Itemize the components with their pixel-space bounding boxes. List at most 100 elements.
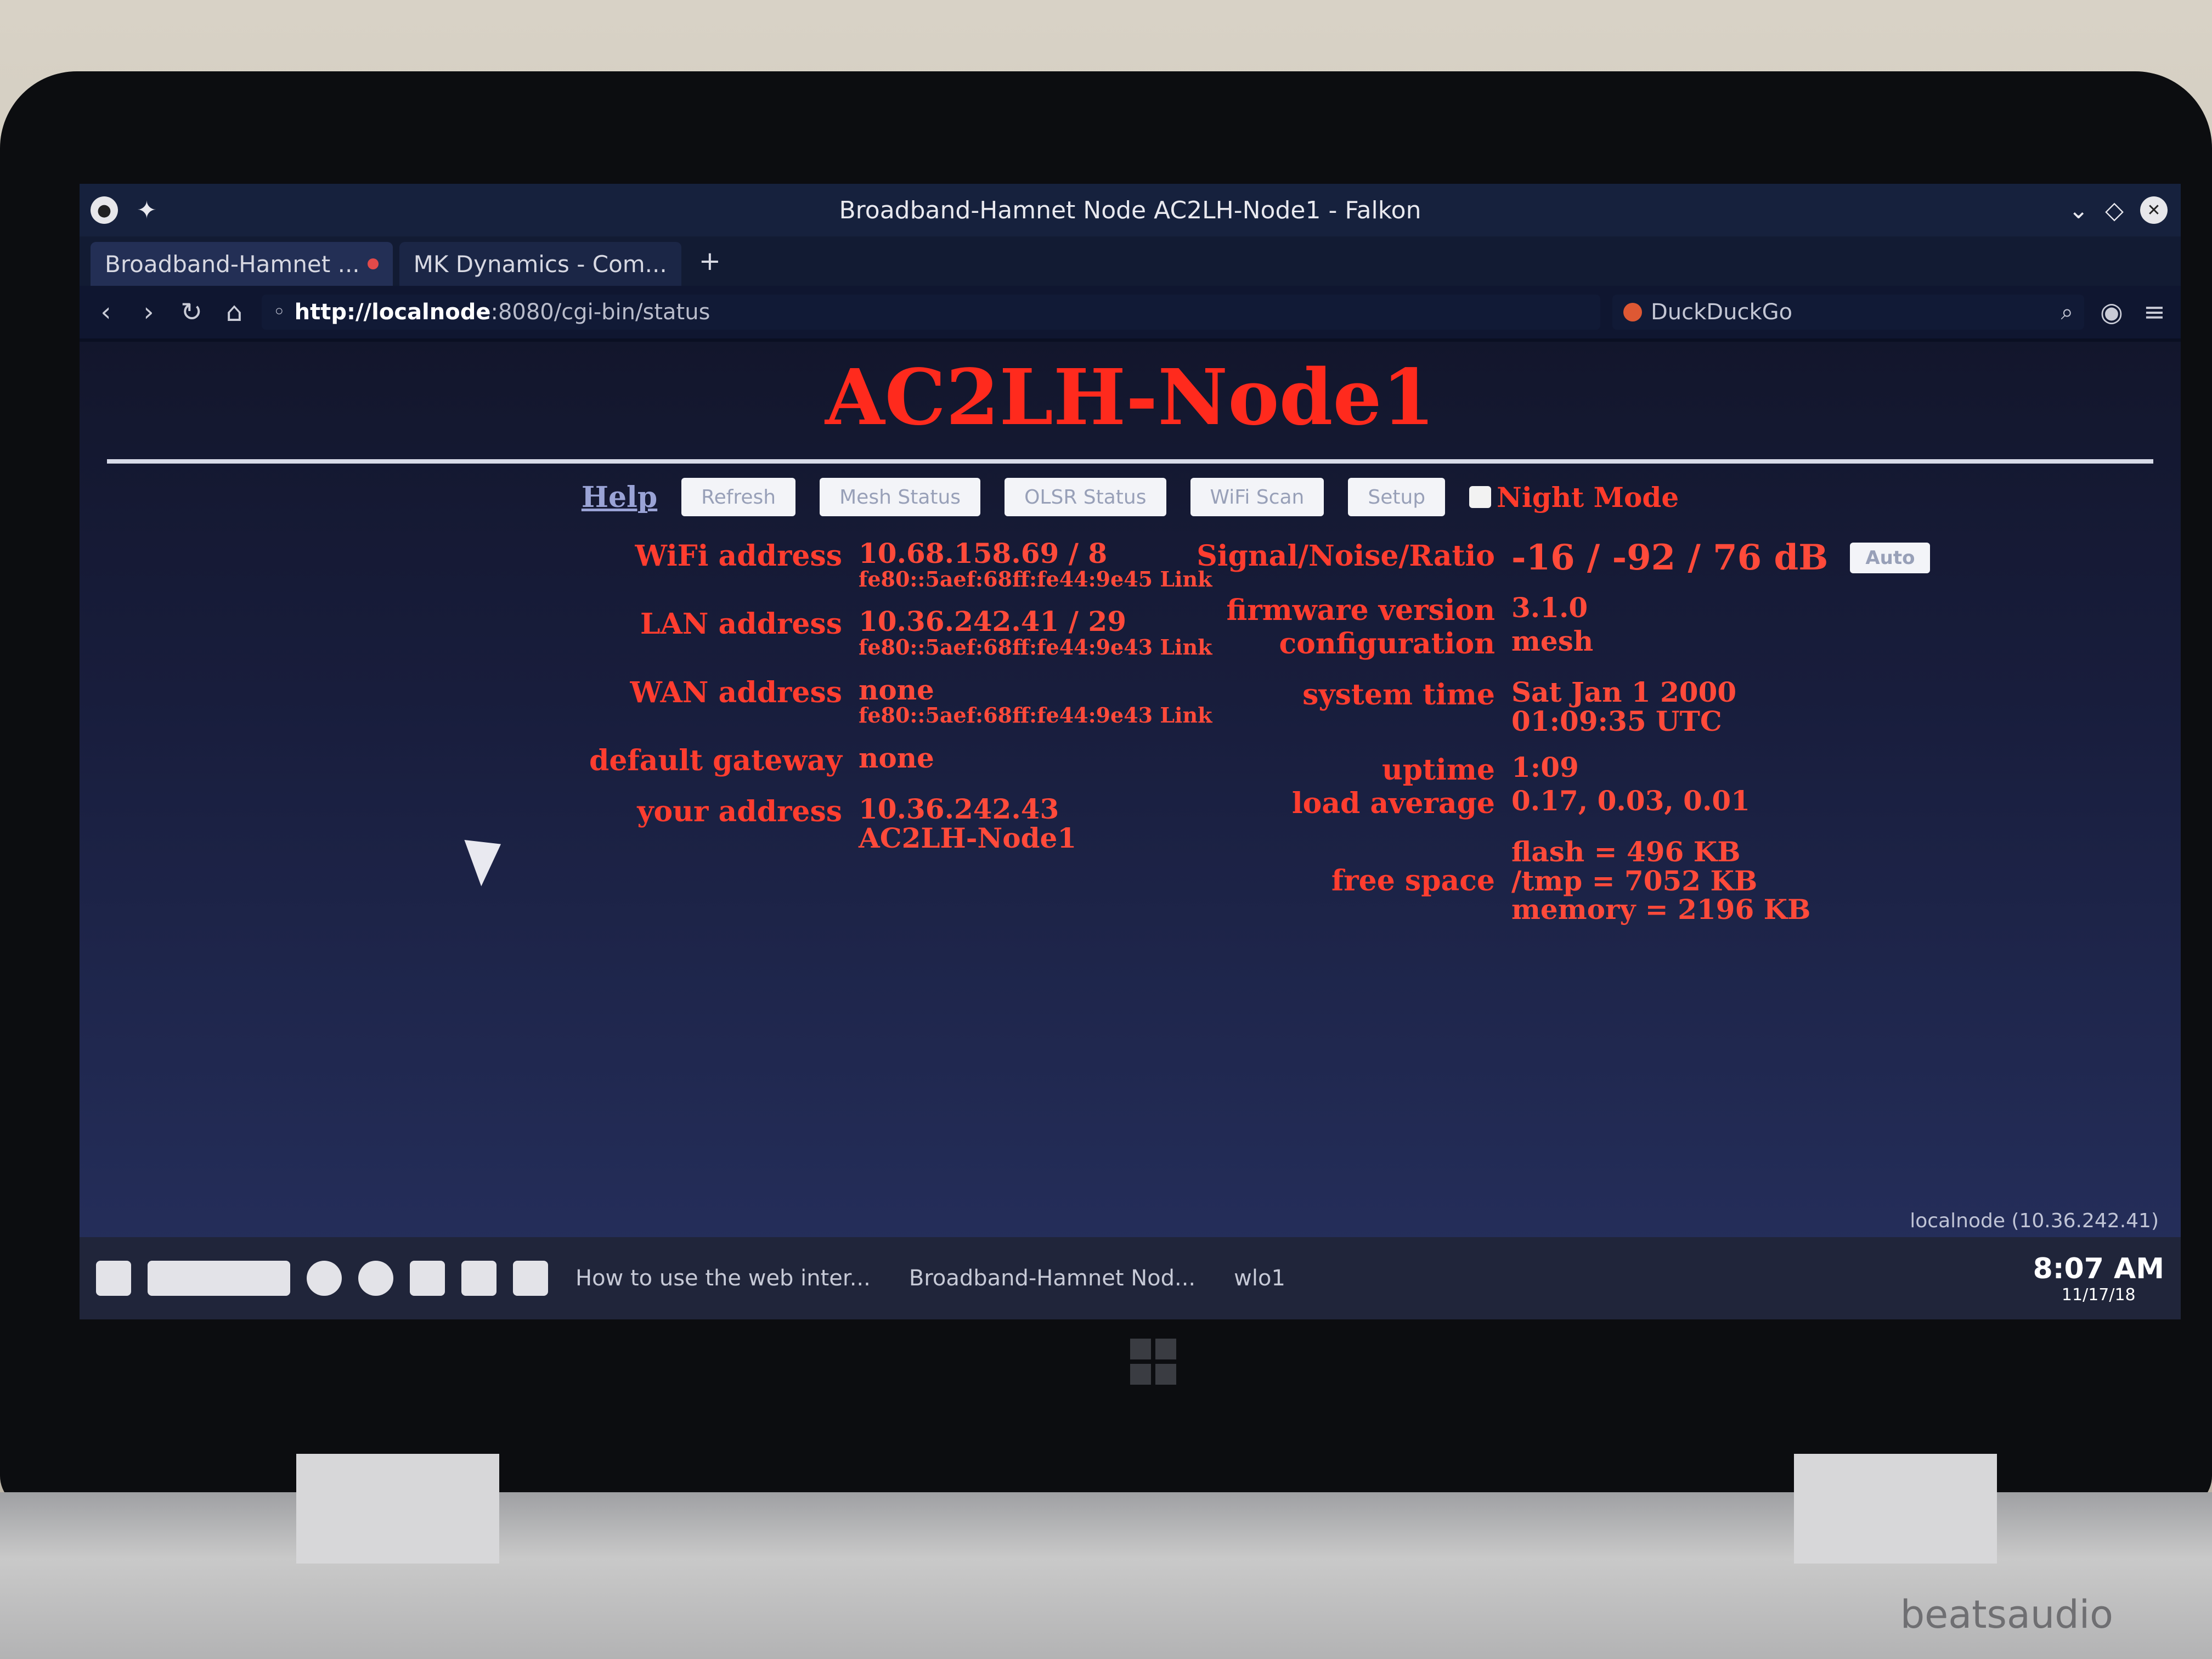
tab-broadband-hamnet[interactable]: Broadband-Hamnet ... [91,242,393,286]
tmp-space: /tmp = 7052 KB [1511,864,1758,897]
screen: ● ✦ Broadband-Hamnet Node AC2LH-Node1 - … [80,184,2181,1319]
divider [107,459,2153,464]
app-launcher-icon[interactable] [307,1261,342,1296]
system-time-row: system time Sat Jan 1 2000 01:09:35 UTC [1122,678,2000,736]
home-icon[interactable]: ⌂ [219,297,250,328]
configuration-row: configuration mesh [1122,627,2000,661]
night-mode-checkbox[interactable] [1469,486,1492,508]
setup-button[interactable]: Setup [1348,478,1446,516]
your-address-label: your address [637,795,842,829]
firmware-row: firmware version 3.1.0 [1122,591,2000,628]
night-mode-label: Night Mode [1497,481,1679,514]
minimize-icon[interactable]: ⌄ [2068,196,2089,224]
free-space-label: free space [1331,864,1495,898]
system-info: Signal/Noise/Ratio -16 / -92 / 76 dB Aut… [1122,539,2000,942]
uptime-value: 1:09 [1511,751,1579,784]
brand-logo: beatsaudio [1900,1592,2113,1637]
system-time-clock: 01:09:35 UTC [1511,704,1722,737]
maximize-icon[interactable]: ◇ [2105,196,2124,224]
app-menu-icon[interactable]: ● [91,196,118,224]
your-address-ip: 10.36.242.43 [859,793,1059,826]
tab-label: MK Dynamics - Com... [413,250,667,278]
nav-bar: ‹ › ↻ ⌂ ◦ http://localnode:8080/cgi-bin/… [80,286,2181,342]
page-content: AC2LH-Node1 Help Refresh Mesh Status OLS… [80,342,2181,1203]
network-interface: wlo1 [1234,1266,1285,1291]
lan-address-label: LAN address [640,607,842,641]
browser-status-bar: localnode (10.36.242.41) [1910,1210,2159,1232]
night-mode-toggle[interactable]: Night Mode [1469,481,1679,514]
uptime-row: uptime 1:09 [1122,753,2000,787]
clock-time: 8:07 AM [2033,1252,2164,1285]
free-space-row: free space flash = 496 KB /tmp = 7052 KB… [1122,836,2000,926]
wan-address-label: WAN address [630,675,843,709]
start-menu-icon[interactable] [96,1261,131,1296]
refresh-button[interactable]: Refresh [681,478,796,516]
task-help-page[interactable]: How to use the web inter... [565,1266,882,1291]
mouse-cursor-icon [464,828,512,887]
auto-button[interactable]: Auto [1850,542,1931,573]
mesh-status-button[interactable]: Mesh Status [820,478,981,516]
uptime-label: uptime [1381,753,1495,787]
forward-icon[interactable]: › [133,297,164,328]
tab-close-icon[interactable] [367,258,379,269]
url-path: :8080/cgi-bin/status [490,300,710,325]
clock-date: 11/17/18 [2061,1285,2136,1305]
extension-icon[interactable]: ◉ [2096,297,2127,328]
button-bar: Help Refresh Mesh Status OLSR Status WiF… [80,478,2181,516]
hinge-right [1794,1454,1997,1564]
default-gateway-label: default gateway [589,744,842,778]
firmware-value: 3.1.0 [1511,591,1588,624]
your-address-host: AC2LH-Node1 [859,821,1077,854]
default-gateway-value: none [859,742,934,775]
hinge-left [296,1454,499,1564]
browser-icon[interactable] [358,1261,393,1296]
help-link[interactable]: Help [582,481,657,514]
window-titlebar: ● ✦ Broadband-Hamnet Node AC2LH-Node1 - … [80,184,2181,236]
window-title: Broadband-Hamnet Node AC2LH-Node1 - Falk… [839,196,1421,224]
wifi-address-label: WiFi address [635,539,842,573]
terminal-icon[interactable] [461,1261,496,1296]
pin-icon[interactable]: ✦ [137,196,157,224]
chat-icon[interactable] [513,1261,548,1296]
snr-value: -16 / -92 / 76 dB [1511,537,1829,578]
back-icon[interactable]: ‹ [91,297,121,328]
wan-address-value: none [859,673,934,706]
workspace-pager[interactable] [148,1261,290,1296]
new-tab-icon[interactable]: + [688,246,732,276]
reload-icon[interactable]: ↻ [176,297,207,328]
tab-bar: Broadband-Hamnet ... MK Dynamics - Com..… [80,236,2181,286]
menu-icon[interactable]: ≡ [2139,297,2170,328]
wifi-scan-button[interactable]: WiFi Scan [1190,478,1324,516]
system-time-date: Sat Jan 1 2000 [1511,676,1737,709]
url-field[interactable]: ◦ http://localnode:8080/cgi-bin/status [262,295,1600,330]
snr-row: Signal/Noise/Ratio -16 / -92 / 76 dB Aut… [1122,539,2000,576]
system-time-label: system time [1302,678,1495,712]
close-icon[interactable]: ✕ [2140,196,2168,224]
task-hamnet-node[interactable]: Broadband-Hamnet Nod... [898,1266,1206,1291]
tab-mk-dynamics[interactable]: MK Dynamics - Com... [399,242,681,286]
olsr-status-button[interactable]: OLSR Status [1005,478,1166,516]
wifi-address-value: 10.68.158.69 / 8 [859,537,1108,569]
tab-label: Broadband-Hamnet ... [105,250,360,278]
search-input[interactable]: DuckDuckGo ⌕ [1612,295,2084,330]
system-clock[interactable]: 8:07 AM 11/17/18 [2033,1252,2164,1305]
lan-address-value: 10.36.242.41 / 29 [859,605,1126,638]
duckduckgo-icon [1623,303,1642,321]
url-lock-icon: ◦ [273,300,286,325]
file-manager-icon[interactable] [410,1261,445,1296]
load-average-row: load average 0.17, 0.03, 0.01 [1122,785,2000,821]
load-average-label: load average [1291,787,1495,821]
flash-space: flash = 496 KB [1511,836,1741,868]
configuration-label: configuration [1279,627,1495,661]
page-title: AC2LH-Node1 [825,353,1435,443]
memory-space: memory = 2196 KB [1511,893,1811,926]
configuration-value: mesh [1511,625,1594,658]
search-icon[interactable]: ⌕ [2061,300,2073,325]
windows-logo-icon [1130,1339,1176,1385]
url-host: http://localnode [294,300,491,325]
taskbar: How to use the web inter... Broadband-Ha… [80,1237,2181,1319]
load-average-value: 0.17, 0.03, 0.01 [1511,785,1750,817]
snr-label: Signal/Noise/Ratio [1197,539,1495,573]
search-placeholder: DuckDuckGo [1651,300,1793,325]
firmware-label: firmware version [1226,594,1495,628]
